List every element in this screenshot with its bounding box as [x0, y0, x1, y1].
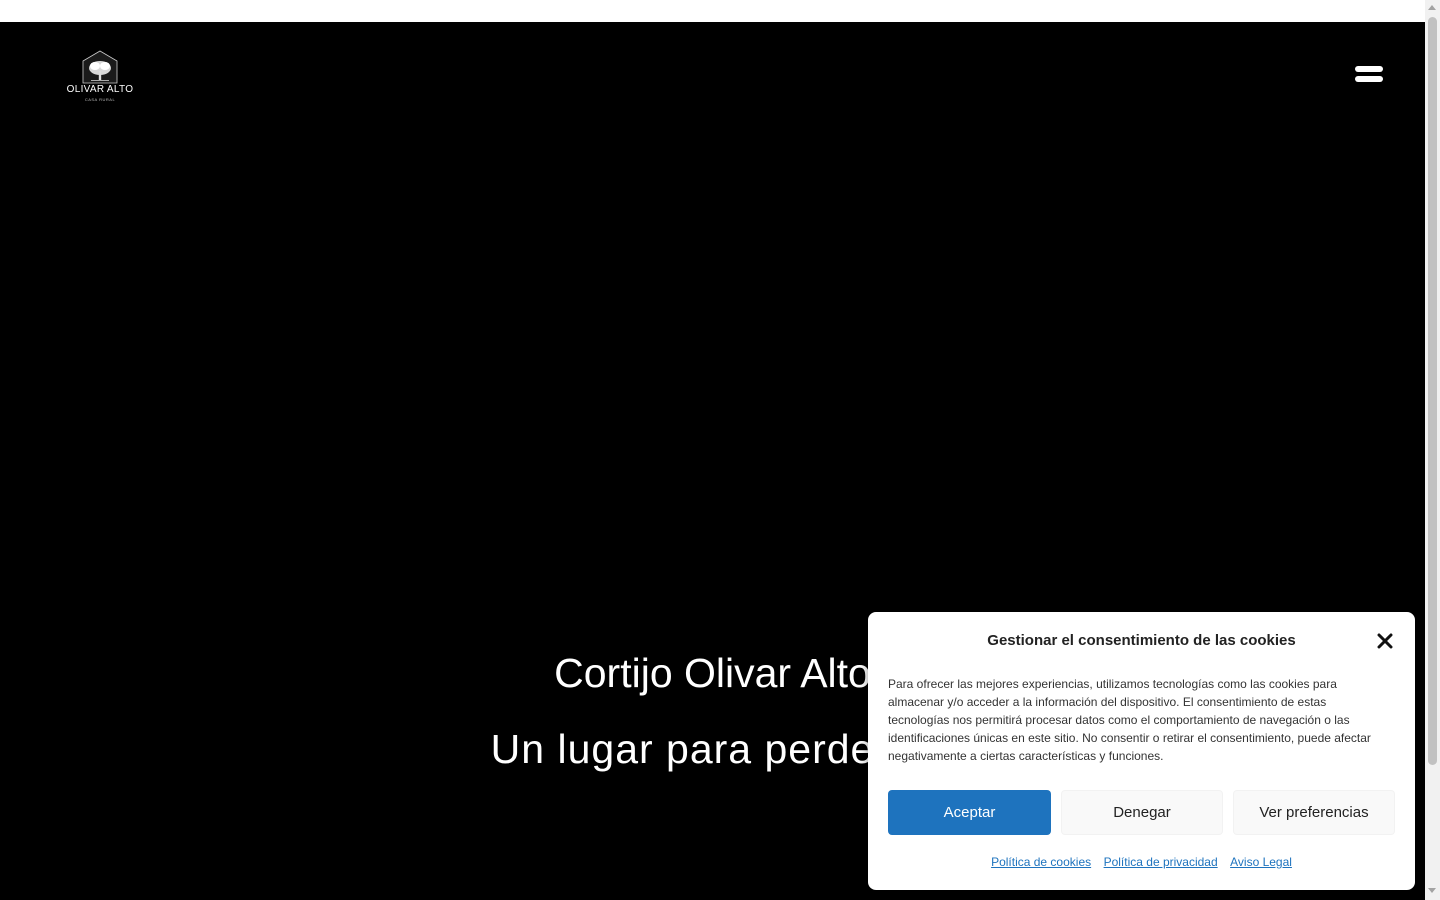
- logo-tagline: CASA RURAL: [84, 97, 116, 102]
- cookie-consent-banner: Gestionar el consentimiento de las cooki…: [868, 612, 1415, 890]
- privacy-policy-link[interactable]: Política de privacidad: [1104, 855, 1218, 869]
- hamburger-menu-icon[interactable]: [1352, 64, 1386, 86]
- accept-cookies-button[interactable]: Aceptar: [888, 790, 1051, 835]
- legal-notice-link[interactable]: Aviso Legal: [1230, 855, 1292, 869]
- view-preferences-button[interactable]: Ver preferencias: [1233, 790, 1395, 835]
- deny-cookies-button[interactable]: Denegar: [1061, 790, 1223, 835]
- olive-tree-logo-icon: [82, 50, 118, 84]
- cookie-banner-message: Para ofrecer las mejores experiencias, u…: [888, 677, 1371, 763]
- top-strip: [0, 0, 1425, 22]
- scroll-up-arrow-icon[interactable]: [1428, 5, 1436, 10]
- logo-name: OLIVAR ALTO: [66, 84, 134, 95]
- menu-bar: [1355, 66, 1383, 72]
- cookie-banner-title: Gestionar el consentimiento de las cooki…: [987, 632, 1296, 649]
- menu-bar: [1355, 76, 1383, 82]
- cookie-policy-links: Política de cookies Política de privacid…: [868, 853, 1415, 871]
- vertical-scrollbar[interactable]: [1425, 0, 1440, 900]
- scroll-down-arrow-icon[interactable]: [1428, 888, 1436, 893]
- site-logo[interactable]: OLIVAR ALTO CASA RURAL: [64, 50, 136, 102]
- close-icon[interactable]: [1375, 631, 1395, 651]
- scrollbar-thumb[interactable]: [1428, 17, 1437, 765]
- cookie-policy-link[interactable]: Política de cookies: [991, 855, 1091, 869]
